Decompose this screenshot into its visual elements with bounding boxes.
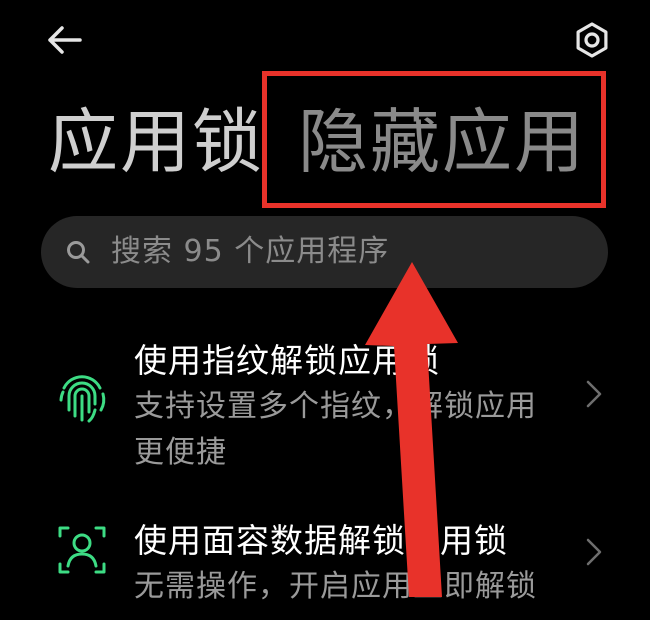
search-placeholder: 搜索 95 个应用程序 <box>111 234 390 269</box>
chevron-right-icon <box>586 380 602 408</box>
back-button[interactable] <box>40 18 88 62</box>
item-title: 使用指纹解锁应用锁 <box>134 341 440 380</box>
face-scan-icon <box>58 526 106 574</box>
back-arrow-icon <box>48 26 82 54</box>
settings-button[interactable] <box>568 16 616 64</box>
search-input[interactable]: 搜索 95 个应用程序 <box>41 216 608 288</box>
list-item-fingerprint-unlock[interactable]: 使用指纹解锁应用锁 支持设置多个指纹，解锁应用更便捷 <box>0 320 650 480</box>
gear-icon <box>576 22 608 58</box>
fingerprint-icon <box>59 375 106 423</box>
tab-hidden-apps[interactable]: 隐藏应用 <box>298 96 586 188</box>
item-title: 使用面容数据解锁应用锁 <box>134 521 508 560</box>
chevron-right-icon <box>586 538 602 566</box>
item-description: 支持设置多个指纹，解锁应用更便捷 <box>134 389 537 470</box>
tab-bar: 应用锁 隐藏应用 <box>48 96 628 188</box>
item-description: 无需操作，开启应用立即解锁 <box>134 569 537 604</box>
list-item-face-unlock[interactable]: 使用面容数据解锁应用锁 无需操作，开启应用立即解锁 <box>0 500 650 620</box>
tab-app-lock[interactable]: 应用锁 <box>48 96 264 188</box>
search-icon <box>67 241 90 264</box>
